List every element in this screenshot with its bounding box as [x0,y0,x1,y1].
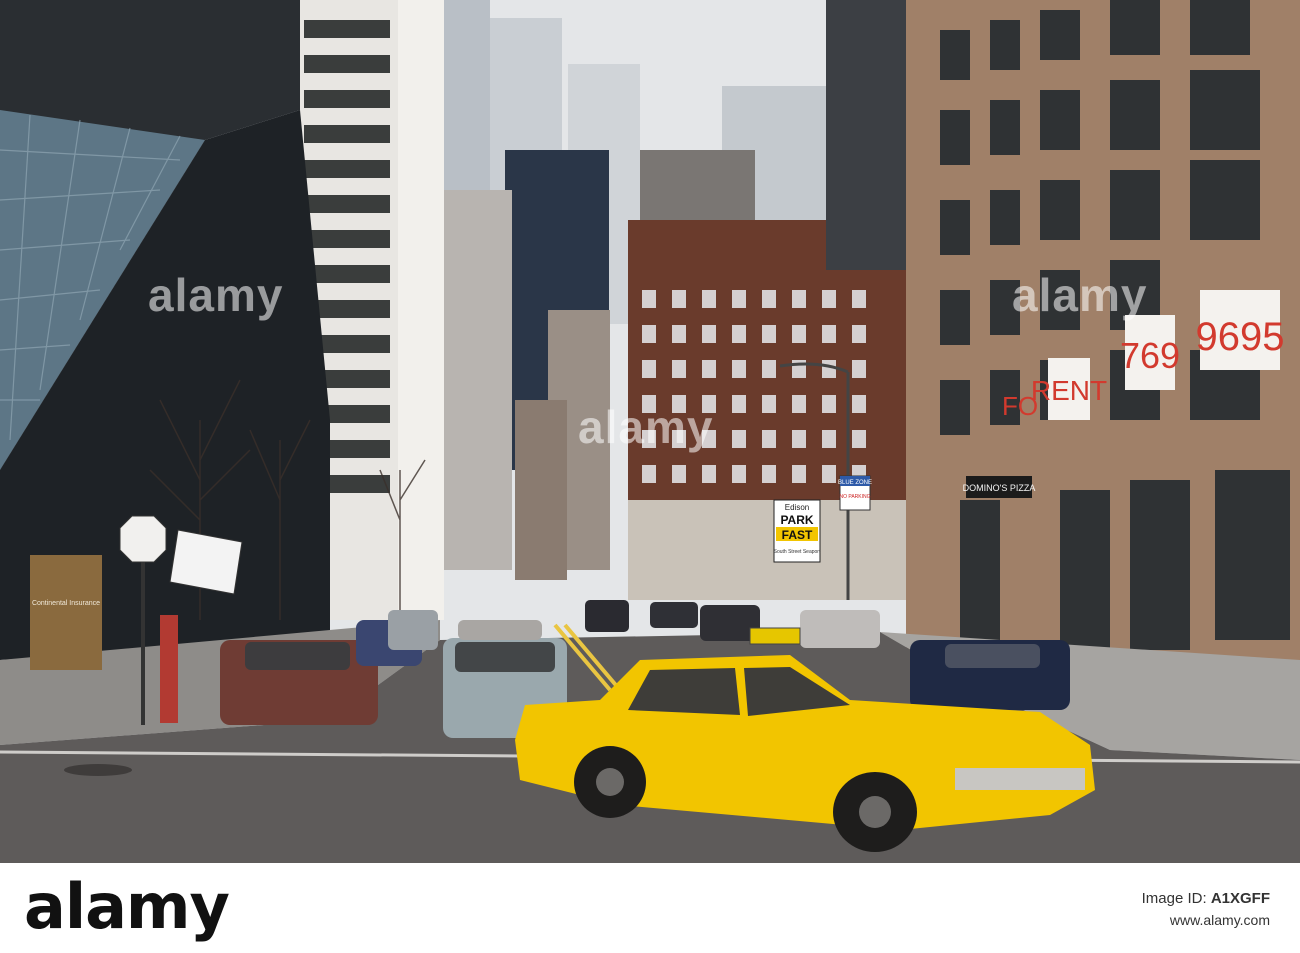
maroon-sedan-windows [245,642,350,670]
pizza-sign-text: DOMINO'S PIZZA [963,483,1036,493]
no-parking-text: NO PARKING [839,494,870,500]
light-blue-sedan-windows [455,642,555,672]
for-rent-number: 9695 [1196,315,1285,359]
parking-brand-text: Edison [785,503,809,512]
dark-car [650,602,698,628]
distant-tower [440,0,490,200]
parking-line1-text: PARK [780,513,813,527]
taxi-roof-light [749,627,801,645]
taxi-rear-hubcap [596,768,624,796]
blue-zone-text: BLUE ZONE [838,480,872,486]
manhole-cover [64,764,132,776]
grey-car [458,620,542,640]
parking-sub-text: South Street Seaport [774,549,821,555]
navy-sedan-windows [945,644,1040,668]
tower-left-mid [442,190,512,570]
silver-car [388,610,438,650]
watermark: alamy [578,401,714,453]
continental-insurance-sign [30,555,102,670]
dark-tower-right [826,0,906,270]
taxi-bumper [955,768,1085,790]
image-id-line: Image ID: A1XGFF [1142,890,1270,907]
taxi-front-hubcap [859,796,891,828]
image-id-value: A1XGFF [1210,890,1270,907]
watermark: alamy [148,269,284,321]
watermark: alamy [1012,269,1148,321]
image-id-label: Image ID: [1141,890,1207,907]
white-sign-back [169,529,243,595]
red-post [160,615,178,723]
for-rent-text: RENT [1031,375,1107,406]
dark-car [585,600,629,632]
brick-building-base [628,500,908,600]
small-tower [515,400,567,580]
street-photo: 9695 769 RENT FO DOMINO'S PIZZA Edison P… [0,0,1300,863]
site-url: www.alamy.com [1169,912,1270,928]
for-rent-number: 769 [1120,335,1180,376]
parking-line2-text: FAST [782,528,813,542]
alamy-logo: alamy [24,870,230,943]
for-rent-text: FO [1002,391,1038,421]
white-car [800,610,880,648]
white-tower-edge [398,0,444,620]
stop-sign-back [119,515,167,563]
building-sign-text: Continental Insurance [32,600,100,607]
